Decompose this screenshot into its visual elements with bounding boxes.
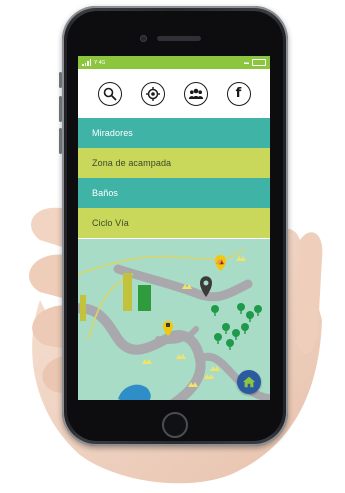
road <box>113 264 253 302</box>
facebook-glyph: f <box>235 86 242 101</box>
app-screen: Y 4G ▬ f Miradores Zona de acampada Baño… <box>78 56 270 400</box>
trees <box>211 303 262 350</box>
earpiece-speaker <box>157 36 201 41</box>
lake <box>118 384 151 400</box>
menu-item-zona-de-acampada[interactable]: Zona de acampada <box>78 148 270 178</box>
volume-down-button[interactable] <box>59 128 62 154</box>
home-icon <box>242 376 256 388</box>
field-area <box>138 285 151 311</box>
field-area <box>80 295 86 321</box>
toolbar: f <box>78 69 270 118</box>
carrier-label: Y 4G <box>94 59 106 66</box>
volume-up-button[interactable] <box>59 96 62 122</box>
location-target-icon[interactable] <box>140 81 165 106</box>
volume-button[interactable] <box>59 72 62 88</box>
category-menu: Miradores Zona de acampada Baños Ciclo V… <box>78 118 270 238</box>
search-icon[interactable] <box>97 81 122 106</box>
signal-icon <box>82 59 91 66</box>
menu-item-label: Ciclo Vía <box>92 218 129 228</box>
hardware-home-button[interactable] <box>162 412 188 438</box>
menu-item-label: Baños <box>92 188 119 198</box>
battery-label: ▬ <box>244 59 249 66</box>
status-bar: Y 4G ▬ <box>78 56 270 69</box>
field-area <box>123 273 132 311</box>
menu-item-ciclo-via[interactable]: Ciclo Vía <box>78 208 270 238</box>
front-camera <box>140 35 147 42</box>
facebook-icon[interactable]: f <box>226 81 251 106</box>
menu-item-label: Zona de acampada <box>92 158 172 168</box>
menu-item-label: Miradores <box>92 128 133 138</box>
menu-item-banos[interactable]: Baños <box>78 178 270 208</box>
svg-text:⛺: ⛺ <box>216 257 225 265</box>
home-button[interactable] <box>237 370 261 394</box>
location-marker[interactable]: ⛺ <box>215 255 226 271</box>
community-icon[interactable] <box>183 81 208 106</box>
menu-item-miradores[interactable]: Miradores <box>78 118 270 148</box>
battery-icon <box>252 59 266 66</box>
